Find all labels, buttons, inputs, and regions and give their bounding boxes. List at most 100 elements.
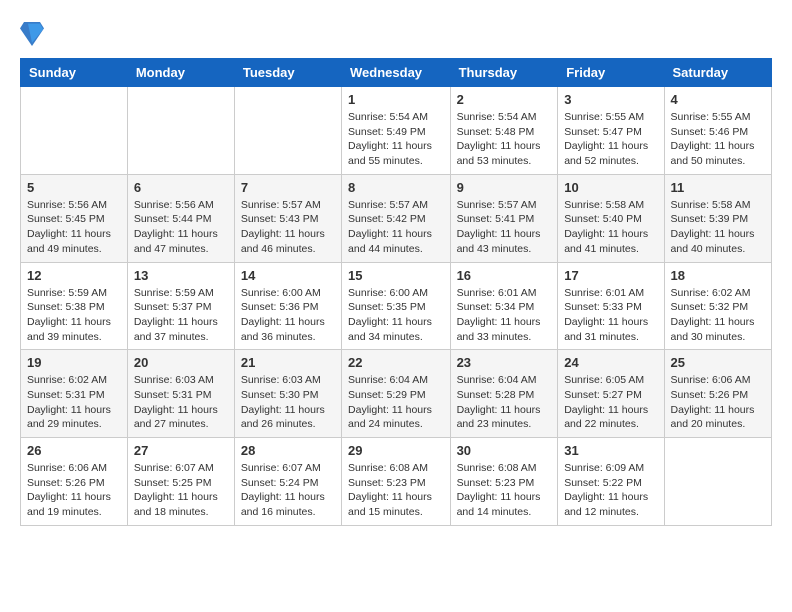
day-number: 24 (564, 355, 657, 370)
day-number: 2 (457, 92, 552, 107)
calendar-day-cell: 8 Sunrise: 5:57 AMSunset: 5:42 PMDaylight… (342, 174, 451, 262)
logo-icon (20, 20, 44, 48)
day-info: Sunrise: 5:57 AMSunset: 5:43 PMDaylight:… (241, 198, 335, 257)
day-number: 25 (671, 355, 765, 370)
day-number: 20 (134, 355, 228, 370)
day-info: Sunrise: 6:03 AMSunset: 5:30 PMDaylight:… (241, 373, 335, 432)
day-info: Sunrise: 5:59 AMSunset: 5:38 PMDaylight:… (27, 286, 121, 345)
calendar-table: SundayMondayTuesdayWednesdayThursdayFrid… (20, 58, 772, 526)
day-number: 26 (27, 443, 121, 458)
day-info: Sunrise: 6:08 AMSunset: 5:23 PMDaylight:… (457, 461, 552, 520)
calendar-header-row: SundayMondayTuesdayWednesdayThursdayFrid… (21, 59, 772, 87)
day-number: 28 (241, 443, 335, 458)
weekday-header: Saturday (664, 59, 771, 87)
day-number: 11 (671, 180, 765, 195)
calendar-day-cell (127, 87, 234, 175)
day-info: Sunrise: 5:54 AMSunset: 5:48 PMDaylight:… (457, 110, 552, 169)
calendar-day-cell: 29 Sunrise: 6:08 AMSunset: 5:23 PMDayligh… (342, 438, 451, 526)
calendar-week-row: 19 Sunrise: 6:02 AMSunset: 5:31 PMDayligh… (21, 350, 772, 438)
day-number: 1 (348, 92, 444, 107)
day-info: Sunrise: 6:06 AMSunset: 5:26 PMDaylight:… (27, 461, 121, 520)
calendar-day-cell: 30Sunrise: 6:08 AMSunset: 5:23 PMDayligh… (450, 438, 558, 526)
day-number: 19 (27, 355, 121, 370)
calendar-day-cell: 18Sunrise: 6:02 AMSunset: 5:32 PMDayligh… (664, 262, 771, 350)
calendar-day-cell: 16 Sunrise: 6:01 AMSunset: 5:34 PMDayligh… (450, 262, 558, 350)
weekday-header: Sunday (21, 59, 128, 87)
day-number: 14 (241, 268, 335, 283)
calendar-week-row: 1 Sunrise: 5:54 AMSunset: 5:49 PMDaylight… (21, 87, 772, 175)
calendar-day-cell: 11 Sunrise: 5:58 AMSunset: 5:39 PMDayligh… (664, 174, 771, 262)
calendar-day-cell: 25 Sunrise: 6:06 AMSunset: 5:26 PMDayligh… (664, 350, 771, 438)
day-number: 3 (564, 92, 657, 107)
calendar-day-cell: 6 Sunrise: 5:56 AMSunset: 5:44 PMDaylight… (127, 174, 234, 262)
day-number: 17 (564, 268, 657, 283)
day-info: Sunrise: 6:03 AMSunset: 5:31 PMDaylight:… (134, 373, 228, 432)
day-number: 15 (348, 268, 444, 283)
weekday-header: Friday (558, 59, 664, 87)
day-info: Sunrise: 5:54 AMSunset: 5:49 PMDaylight:… (348, 110, 444, 169)
calendar-day-cell: 2 Sunrise: 5:54 AMSunset: 5:48 PMDaylight… (450, 87, 558, 175)
day-number: 6 (134, 180, 228, 195)
day-number: 13 (134, 268, 228, 283)
calendar-day-cell: 22 Sunrise: 6:04 AMSunset: 5:29 PMDayligh… (342, 350, 451, 438)
day-number: 9 (457, 180, 552, 195)
day-info: Sunrise: 6:07 AMSunset: 5:25 PMDaylight:… (134, 461, 228, 520)
calendar-day-cell: 3 Sunrise: 5:55 AMSunset: 5:47 PMDaylight… (558, 87, 664, 175)
calendar-day-cell: 12Sunrise: 5:59 AMSunset: 5:38 PMDayligh… (21, 262, 128, 350)
calendar-day-cell: 15Sunrise: 6:00 AMSunset: 5:35 PMDayligh… (342, 262, 451, 350)
day-info: Sunrise: 5:58 AMSunset: 5:40 PMDaylight:… (564, 198, 657, 257)
day-info: Sunrise: 6:00 AMSunset: 5:36 PMDaylight:… (241, 286, 335, 345)
day-info: Sunrise: 5:59 AMSunset: 5:37 PMDaylight:… (134, 286, 228, 345)
calendar-day-cell: 10 Sunrise: 5:58 AMSunset: 5:40 PMDayligh… (558, 174, 664, 262)
day-number: 8 (348, 180, 444, 195)
calendar-day-cell: 9 Sunrise: 5:57 AMSunset: 5:41 PMDaylight… (450, 174, 558, 262)
day-number: 10 (564, 180, 657, 195)
calendar-day-cell: 7 Sunrise: 5:57 AMSunset: 5:43 PMDaylight… (234, 174, 341, 262)
day-info: Sunrise: 6:02 AMSunset: 5:32 PMDaylight:… (671, 286, 765, 345)
day-info: Sunrise: 5:57 AMSunset: 5:41 PMDaylight:… (457, 198, 552, 257)
day-info: Sunrise: 6:08 AMSunset: 5:23 PMDaylight:… (348, 461, 444, 520)
day-info: Sunrise: 5:55 AMSunset: 5:46 PMDaylight:… (671, 110, 765, 169)
weekday-header: Tuesday (234, 59, 341, 87)
calendar-week-row: 12Sunrise: 5:59 AMSunset: 5:38 PMDayligh… (21, 262, 772, 350)
day-info: Sunrise: 6:06 AMSunset: 5:26 PMDaylight:… (671, 373, 765, 432)
day-info: Sunrise: 5:56 AMSunset: 5:45 PMDaylight:… (27, 198, 121, 257)
calendar-week-row: 26 Sunrise: 6:06 AMSunset: 5:26 PMDayligh… (21, 438, 772, 526)
day-number: 21 (241, 355, 335, 370)
day-number: 22 (348, 355, 444, 370)
page-header (20, 20, 772, 48)
day-number: 4 (671, 92, 765, 107)
calendar-body: 1 Sunrise: 5:54 AMSunset: 5:49 PMDaylight… (21, 87, 772, 526)
day-info: Sunrise: 6:01 AMSunset: 5:34 PMDaylight:… (457, 286, 552, 345)
day-info: Sunrise: 6:09 AMSunset: 5:22 PMDaylight:… (564, 461, 657, 520)
day-number: 31 (564, 443, 657, 458)
weekday-header: Monday (127, 59, 234, 87)
calendar-day-cell: 4 Sunrise: 5:55 AMSunset: 5:46 PMDaylight… (664, 87, 771, 175)
day-number: 16 (457, 268, 552, 283)
calendar-day-cell (664, 438, 771, 526)
day-number: 29 (348, 443, 444, 458)
day-info: Sunrise: 5:55 AMSunset: 5:47 PMDaylight:… (564, 110, 657, 169)
calendar-day-cell: 21 Sunrise: 6:03 AMSunset: 5:30 PMDayligh… (234, 350, 341, 438)
day-info: Sunrise: 5:57 AMSunset: 5:42 PMDaylight:… (348, 198, 444, 257)
day-info: Sunrise: 6:02 AMSunset: 5:31 PMDaylight:… (27, 373, 121, 432)
calendar-week-row: 5 Sunrise: 5:56 AMSunset: 5:45 PMDaylight… (21, 174, 772, 262)
calendar-day-cell: 19 Sunrise: 6:02 AMSunset: 5:31 PMDayligh… (21, 350, 128, 438)
calendar-day-cell: 14 Sunrise: 6:00 AMSunset: 5:36 PMDayligh… (234, 262, 341, 350)
calendar-day-cell: 24 Sunrise: 6:05 AMSunset: 5:27 PMDayligh… (558, 350, 664, 438)
calendar-day-cell: 31 Sunrise: 6:09 AMSunset: 5:22 PMDayligh… (558, 438, 664, 526)
day-info: Sunrise: 5:56 AMSunset: 5:44 PMDaylight:… (134, 198, 228, 257)
day-number: 7 (241, 180, 335, 195)
day-info: Sunrise: 6:04 AMSunset: 5:29 PMDaylight:… (348, 373, 444, 432)
day-info: Sunrise: 6:05 AMSunset: 5:27 PMDaylight:… (564, 373, 657, 432)
calendar-day-cell: 28 Sunrise: 6:07 AMSunset: 5:24 PMDayligh… (234, 438, 341, 526)
day-info: Sunrise: 5:58 AMSunset: 5:39 PMDaylight:… (671, 198, 765, 257)
day-info: Sunrise: 6:01 AMSunset: 5:33 PMDaylight:… (564, 286, 657, 345)
day-info: Sunrise: 6:07 AMSunset: 5:24 PMDaylight:… (241, 461, 335, 520)
calendar-day-cell (234, 87, 341, 175)
calendar-day-cell: 13 Sunrise: 5:59 AMSunset: 5:37 PMDayligh… (127, 262, 234, 350)
calendar-day-cell: 23Sunrise: 6:04 AMSunset: 5:28 PMDayligh… (450, 350, 558, 438)
day-info: Sunrise: 6:04 AMSunset: 5:28 PMDaylight:… (457, 373, 552, 432)
calendar-day-cell (21, 87, 128, 175)
day-number: 5 (27, 180, 121, 195)
